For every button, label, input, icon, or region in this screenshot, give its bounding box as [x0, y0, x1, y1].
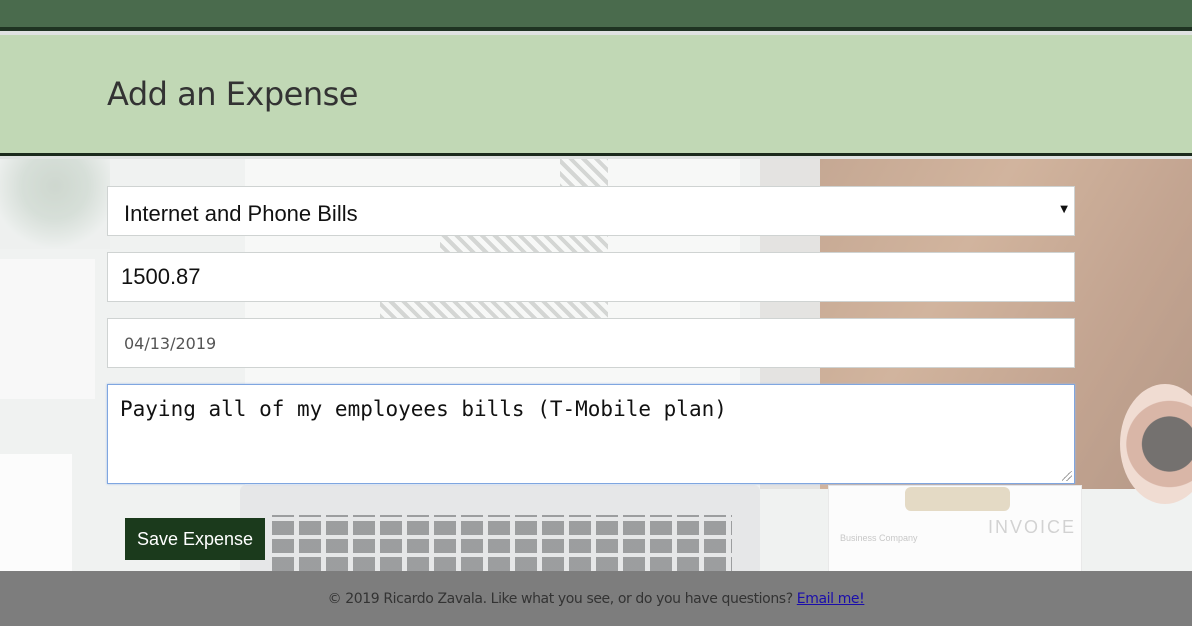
category-selected-value: Internet and Phone Bills [124, 201, 358, 226]
email-link[interactable]: Email me! [797, 591, 865, 607]
amount-input[interactable] [108, 253, 1074, 301]
top-bar [0, 0, 1192, 31]
save-expense-button[interactable]: Save Expense [125, 518, 265, 560]
footer-text-line: © 2019 Ricardo Zavala. Like what you see… [0, 591, 1192, 607]
footer-copyright: © 2019 Ricardo Zavala. Like what you see… [327, 591, 794, 607]
category-select[interactable]: Internet and Phone Bills ▼ [107, 186, 1075, 236]
page-title: Add an Expense [107, 75, 358, 113]
resize-handle-icon[interactable] [1062, 471, 1072, 481]
note-field-wrapper: Paying all of my employees bills (T-Mobi… [107, 384, 1075, 484]
date-input[interactable] [108, 319, 1074, 367]
amount-field-wrapper [107, 252, 1075, 302]
page-footer: © 2019 Ricardo Zavala. Like what you see… [0, 571, 1192, 626]
date-field-wrapper [107, 318, 1075, 368]
dropdown-arrow-icon: ▼ [1060, 204, 1068, 215]
page-header: Add an Expense [0, 35, 1192, 156]
note-textarea[interactable]: Paying all of my employees bills (T-Mobi… [108, 385, 1074, 483]
